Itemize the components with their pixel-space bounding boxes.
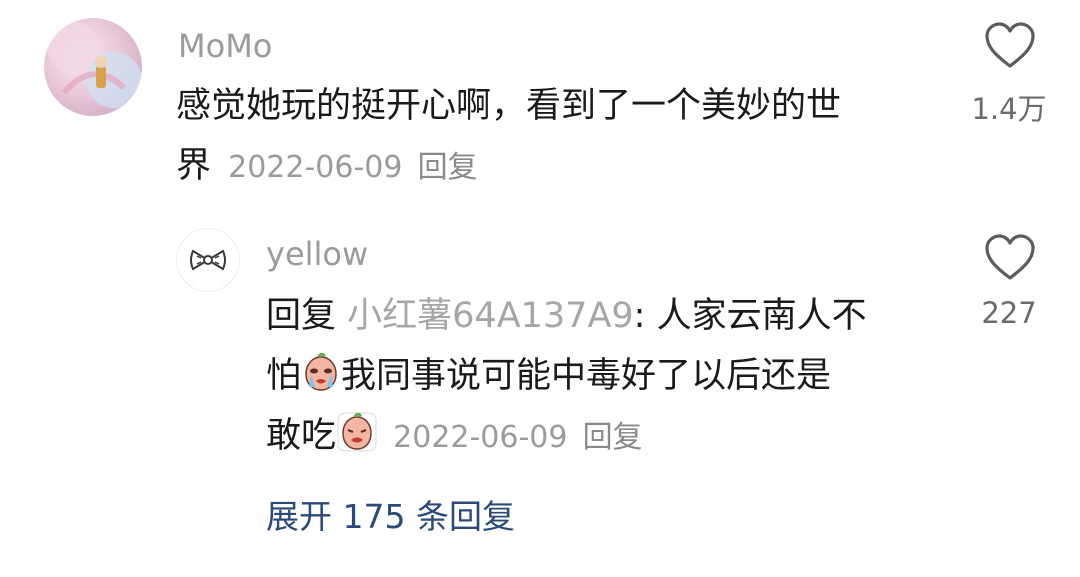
heart-outline-icon: [985, 22, 1035, 68]
comment-text-line2: 界: [176, 146, 212, 186]
comment-like-button[interactable]: [984, 22, 1036, 74]
reply-like-count: 227: [981, 296, 1037, 330]
sad-emoji-icon: [336, 411, 378, 478]
reply-text-line2: 怕 我同事说可能中毒好了以后还是: [266, 346, 831, 412]
reply-text-line2-head: 怕: [266, 356, 302, 396]
comment-reply-button[interactable]: 回复: [418, 150, 478, 185]
avatar[interactable]: [44, 18, 142, 116]
comment-text-line1: 感觉她玩的挺开心啊，看到了一个美妙的世: [176, 86, 842, 126]
reply-text-line1: 回复 小红薯64A137A9: 人家云南人不: [266, 286, 867, 346]
crying-emoji-icon: [301, 352, 341, 412]
reply-quoted-user[interactable]: 小红薯64A137A9: [347, 296, 634, 336]
comment-meta-row: 界 2022-06-09 回复: [176, 136, 478, 202]
avatar[interactable]: [176, 228, 240, 292]
reply-prefix: 回复: [266, 296, 337, 336]
expand-replies-button[interactable]: 展开 175 条回复: [266, 490, 515, 538]
reply-reply-button[interactable]: 回复: [583, 420, 643, 455]
comment-date: 2022-06-09: [228, 150, 403, 185]
reply-like-button[interactable]: [984, 234, 1036, 286]
avatar-illustration: [48, 22, 142, 108]
comment-like-count: 1.4万: [971, 92, 1047, 126]
reply-meta-row: 敢吃 2022-06-09 回复: [266, 406, 643, 478]
reply-text-line1-tail: : 人家云南人不: [633, 296, 867, 336]
reply-username[interactable]: yellow: [266, 234, 368, 274]
comment-username[interactable]: MoMo: [178, 26, 272, 66]
reply-date: 2022-06-09: [393, 420, 568, 455]
bow-icon: [190, 249, 226, 271]
reply-text-line2-tail: 我同事说可能中毒好了以后还是: [341, 356, 832, 396]
heart-outline-icon: [985, 234, 1035, 280]
reply-text-line3: 敢吃: [266, 416, 337, 456]
